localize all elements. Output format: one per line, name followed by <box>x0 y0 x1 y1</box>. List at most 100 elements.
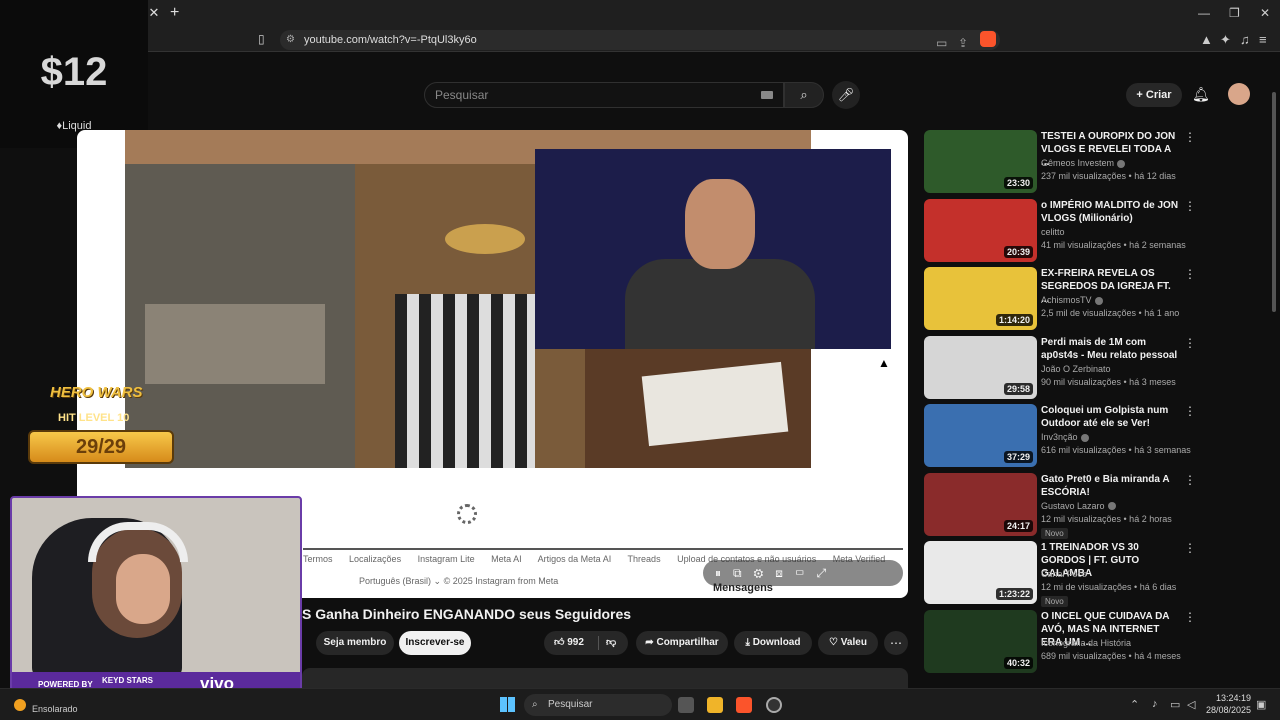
more-options-icon[interactable]: ⋮ <box>1184 541 1196 555</box>
create-button[interactable]: + Criar <box>1126 83 1182 107</box>
video-thumbnail[interactable]: 20:39 <box>924 198 1037 262</box>
footer-link: Instagram Lite <box>417 554 475 564</box>
video-duration: 1:14:20 <box>995 314 1033 326</box>
site-info-icon[interactable]: ⚙ <box>286 30 295 50</box>
new-tab-icon[interactable]: + <box>170 4 179 22</box>
recommended-video[interactable]: 40:32 O INCEL QUE CUIDAVA DA AVÓ, MAS NA … <box>924 609 1204 676</box>
search-input[interactable]: Pesquisar <box>424 82 784 108</box>
hat-shape <box>445 224 525 254</box>
menu-icon[interactable]: ≡ <box>1259 32 1267 47</box>
footer-link: Localizações <box>349 554 402 564</box>
task-view-icon[interactable] <box>678 697 694 713</box>
restore-icon[interactable]: ❐ <box>1229 6 1240 20</box>
more-options-icon[interactable]: ⋮ <box>1184 336 1196 350</box>
system-clock[interactable]: 13:24:19 28/08/2025 <box>1206 692 1251 716</box>
search-button[interactable]: ⌕ <box>784 82 824 108</box>
url-field[interactable]: ⚙ youtube.com/watch?v=-PtqUl3ky6o ▭ ⇪ <box>280 30 1000 50</box>
obs-icon[interactable] <box>766 697 782 713</box>
recommended-video[interactable]: 24:17 Gato Pret0 e Bia miranda A ESCÓRIA!… <box>924 472 1204 539</box>
brave-shields-icon[interactable] <box>980 31 996 47</box>
video-thumbnail[interactable]: 1:14:20 <box>924 267 1037 330</box>
subscribe-button[interactable]: Inscrever-se <box>399 631 471 655</box>
search-placeholder: Pesquisar <box>435 88 489 102</box>
channel-name[interactable]: AchismosTV <box>1041 295 1103 305</box>
channel-name[interactable]: celitto <box>1041 227 1065 237</box>
more-options-icon[interactable]: ⋮ <box>1184 404 1196 418</box>
url-text: youtube.com/watch?v=-PtqUl3ky6o <box>304 34 477 46</box>
thanks-button[interactable]: ♡ Valeu <box>818 631 878 655</box>
channel-name[interactable]: Canal Foco <box>1041 569 1087 579</box>
file-explorer-icon[interactable] <box>707 697 723 713</box>
extension-icon[interactable]: ▲ <box>1200 32 1213 47</box>
bookmark-icon[interactable]: ▯ <box>258 32 265 46</box>
minimize-icon[interactable]: — <box>1198 6 1210 20</box>
recommended-video[interactable]: 29:58 Perdi mais de 1M com ap0st4s - Meu … <box>924 335 1204 402</box>
description-box[interactable] <box>302 668 908 690</box>
like-button[interactable]: 👍︎ 992 👎︎ <box>544 631 628 655</box>
video-duration: 24:17 <box>1003 519 1033 532</box>
account-avatar[interactable] <box>1228 83 1250 105</box>
browser-tab-bar: ✕ + — ❐ ✕ <box>0 0 1280 27</box>
cast-icon[interactable]: ▭ <box>936 33 947 53</box>
video-thumbnail[interactable]: 40:32 <box>924 609 1037 673</box>
voice-search-button[interactable]: 🎤︎ <box>832 81 860 109</box>
channel-name[interactable]: João O Zerbinato <box>1041 364 1111 374</box>
recommended-video[interactable]: 23:30 TESTEI A OUROPIX DO JON VLOGS E REV… <box>924 130 1204 196</box>
video-duration: 40:32 <box>1003 656 1033 669</box>
more-options-icon[interactable]: ⋮ <box>1184 473 1196 487</box>
recommended-video[interactable]: 1:14:20 EX-FREIRA REVELA OS SEGREDOS DA I… <box>924 267 1204 333</box>
video-thumbnail[interactable]: 23:30 <box>924 130 1037 193</box>
share-icon[interactable]: ⇪ <box>958 33 968 53</box>
thumbs-down-icon[interactable]: 👎︎ <box>606 631 616 655</box>
tab-close-icon[interactable]: ✕ <box>146 5 162 21</box>
keyboard-icon[interactable] <box>761 91 773 99</box>
weather-sun-icon[interactable] <box>14 699 26 711</box>
media-icon[interactable]: ♫ <box>1240 32 1250 47</box>
video-thumbnail[interactable]: 29:58 <box>924 335 1037 399</box>
weather-text[interactable]: Ensolarado <box>32 704 78 714</box>
recommended-video[interactable]: 1:23:22 1 TREINADOR VS 30 GORDOS | FT. GU… <box>924 541 1204 607</box>
more-actions-icon[interactable]: ⋯ <box>884 631 908 655</box>
webcam-overlay: POWERED BY KEYD STARS vivo <box>10 496 302 698</box>
recommended-video[interactable]: 20:39 o IMPÉRIO MALDITO de JON VLOGS (Mil… <box>924 198 1204 265</box>
video-title[interactable]: o IMPÉRIO MALDITO de JON VLOGS (Milionár… <box>1041 199 1179 225</box>
download-button[interactable]: ⤓ Download <box>734 631 812 655</box>
video-meta: 616 mil visualizações • há 3 semanas <box>1041 445 1191 455</box>
channel-name[interactable]: Inv3nção <box>1041 432 1089 442</box>
tray-chevron-icon[interactable]: ⌃ <box>1130 698 1139 711</box>
volume-icon[interactable]: ◁ <box>1187 698 1195 711</box>
verified-icon <box>1094 296 1103 305</box>
search-icon: ⌕ <box>532 699 538 710</box>
network-icon[interactable]: ▭ <box>1170 698 1180 711</box>
video-thumbnail[interactable]: 24:17 <box>924 472 1037 536</box>
more-options-icon[interactable]: ⋮ <box>1184 610 1196 624</box>
clock-date: 28/08/2025 <box>1206 705 1252 715</box>
video-title[interactable]: Coloquei um Golpista num Outdoor até ele… <box>1041 404 1179 430</box>
windows-start-icon[interactable] <box>500 697 515 712</box>
more-options-icon[interactable]: ⋮ <box>1184 267 1196 281</box>
join-button[interactable]: Seja membro <box>316 631 394 655</box>
video-title[interactable]: Perdi mais de 1M com ap0st4s - Meu relat… <box>1041 336 1179 362</box>
video-title[interactable]: Gato Pret0 e Bia miranda A ESCÓRIA! <box>1041 473 1179 499</box>
share-button[interactable]: ➦ Compartilhar <box>636 631 728 655</box>
channel-name[interactable]: Iconografia da História <box>1041 638 1131 648</box>
hero-wars-level: HIT LEVEL 10 <box>58 412 130 424</box>
page-scrollbar[interactable] <box>1271 82 1277 682</box>
mic-tray-icon[interactable]: ♪ <box>1152 698 1158 710</box>
video-thumbnail[interactable]: 1:23:22 <box>924 541 1037 604</box>
video-thumbnail[interactable]: 37:29 <box>924 404 1037 467</box>
scrollbar-thumb[interactable] <box>1272 92 1276 312</box>
more-options-icon[interactable]: ⋮ <box>1184 199 1196 213</box>
video-title: S Ganha Dinheiro ENGANANDO seus Seguidor… <box>302 606 632 622</box>
recommended-video[interactable]: 37:29 Coloquei um Golpista num Outdoor at… <box>924 404 1204 470</box>
notifications-bell-icon[interactable]: 🔔︎ <box>1192 86 1210 103</box>
video-panel-streamer <box>535 149 891 349</box>
brave-browser-icon[interactable] <box>736 697 752 713</box>
more-options-icon[interactable]: ⋮ <box>1184 130 1196 144</box>
close-window-icon[interactable]: ✕ <box>1260 6 1270 20</box>
channel-name[interactable]: Gêmeos Investem <box>1041 158 1126 168</box>
notifications-icon[interactable]: ▣ <box>1256 698 1266 711</box>
channel-name[interactable]: Gustavo Lazaro <box>1041 501 1116 511</box>
extensions-puzzle-icon[interactable]: ✦ <box>1220 32 1231 48</box>
taskbar-search[interactable]: ⌕ Pesquisar <box>524 694 672 716</box>
